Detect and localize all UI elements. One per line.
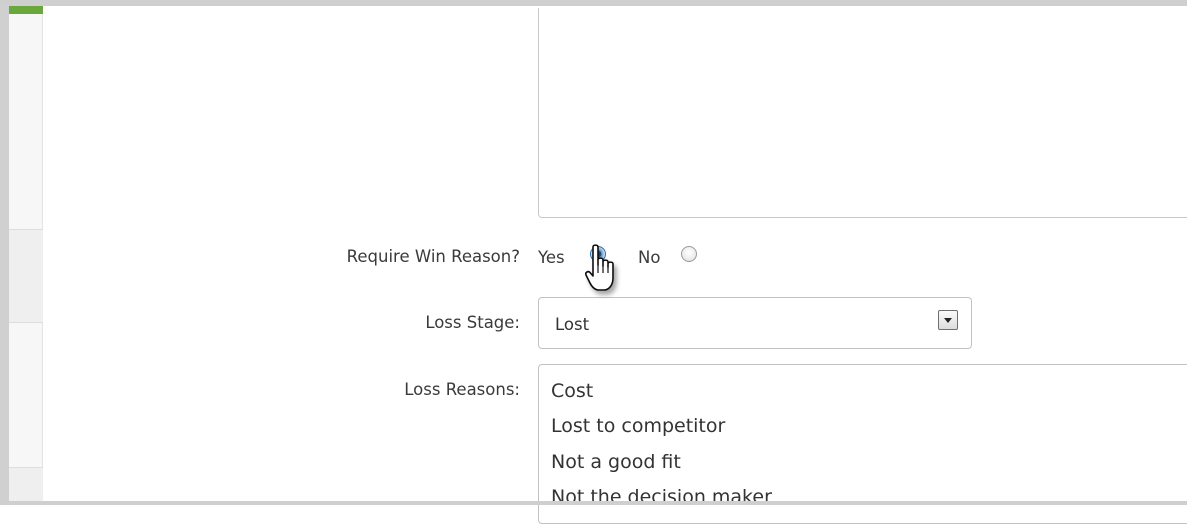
- loss-reason-line: Not the decision maker: [551, 486, 772, 508]
- no-radio-button[interactable]: [681, 246, 697, 262]
- row-gutter: [9, 6, 43, 501]
- gutter-cell: [9, 230, 43, 323]
- loss-reasons-textarea[interactable]: Cost Lost to competitor Not a good fit N…: [538, 364, 1187, 524]
- no-option-label[interactable]: No: [638, 248, 660, 267]
- top-border: [0, 0, 1187, 6]
- loss-reason-line: Lost to competitor: [551, 415, 726, 437]
- bottom-border: [0, 501, 1187, 505]
- loss-reason-line: Not a good fit: [551, 451, 681, 473]
- settings-form-panel: Require Win Reason? Yes No Loss Stage: L…: [0, 0, 1187, 524]
- yes-option-label[interactable]: Yes: [538, 248, 565, 267]
- loss-reason-line: Cost: [551, 380, 594, 402]
- loss-stage-selected-value: Lost: [555, 315, 590, 334]
- notes-textarea[interactable]: [538, 8, 1187, 218]
- loss-reasons-label: Loss Reasons:: [404, 380, 520, 399]
- gutter-cell: [9, 468, 43, 501]
- active-row-marker: [9, 6, 43, 14]
- loss-stage-select[interactable]: Lost: [538, 297, 972, 349]
- require-win-reason-label: Require Win Reason?: [346, 247, 520, 266]
- hand-pointer-icon: [585, 244, 614, 291]
- gutter-cell: [9, 6, 43, 230]
- dropdown-arrow-icon[interactable]: [938, 310, 958, 330]
- gutter-cell: [9, 323, 43, 468]
- left-edge-strip: [0, 6, 9, 501]
- loss-stage-label: Loss Stage:: [425, 313, 520, 332]
